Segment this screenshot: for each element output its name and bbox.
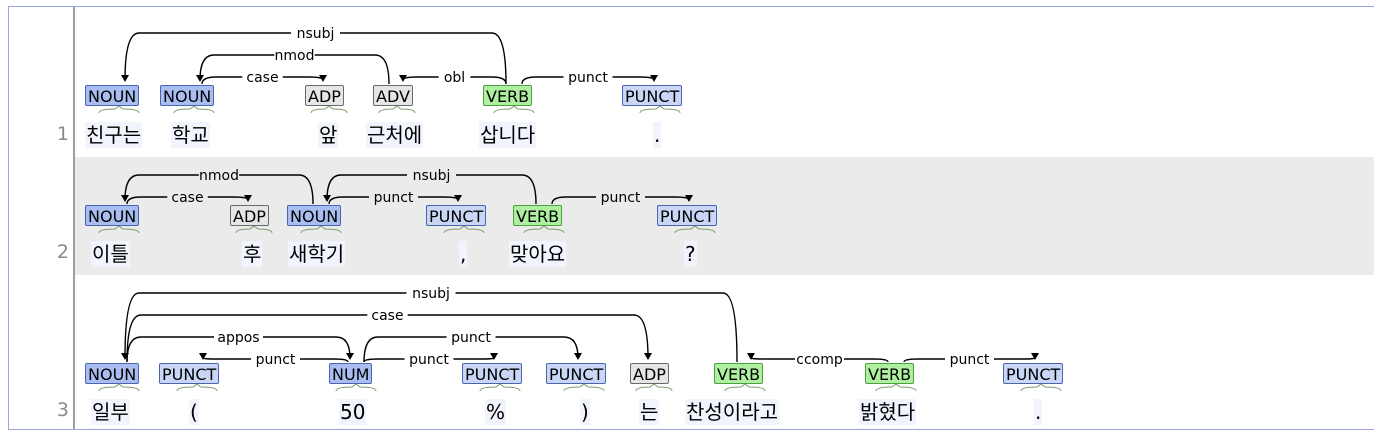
pos-tag[interactable]: PUNCT	[426, 205, 487, 226]
pos-tag[interactable]: NOUN	[85, 205, 140, 226]
annotation-viewer: nsubj nmod case obl punct nmod case nsubj punct p…	[8, 6, 1374, 430]
pos-tag[interactable]: PUNCT	[622, 85, 683, 106]
token-text[interactable]: 근처에	[366, 122, 424, 148]
pos-tag[interactable]: ADP	[630, 363, 669, 384]
arc-label[interactable]: nsubj	[413, 168, 451, 184]
token-text[interactable]: 는	[639, 399, 660, 425]
pos-tag[interactable]: VERB	[865, 363, 915, 384]
token-brace	[98, 383, 140, 392]
token-brace	[674, 225, 716, 234]
token-brace	[724, 383, 766, 392]
token-brace	[235, 225, 273, 234]
arc-arrowhead	[574, 353, 582, 360]
pos-tag[interactable]: NOUN	[85, 363, 140, 384]
pos-tag[interactable]: NOUN	[287, 205, 342, 226]
arc-label[interactable]: punct	[409, 352, 449, 368]
arc-label[interactable]: case	[246, 70, 278, 86]
arc-label[interactable]: punct	[374, 190, 414, 206]
arc-label[interactable]: nmod	[199, 168, 239, 184]
token-brace	[335, 383, 377, 392]
arc-label[interactable]: nsubj	[412, 286, 450, 302]
sentence-number: 1	[56, 123, 69, 145]
token-brace	[1020, 383, 1062, 392]
arc-arrowhead	[346, 353, 354, 360]
pos-tag[interactable]: ADV	[373, 85, 413, 106]
token-text[interactable]: .	[1034, 399, 1043, 425]
arc-arrowhead	[644, 353, 652, 360]
token-brace	[378, 105, 416, 114]
token-text[interactable]: %	[485, 399, 507, 425]
token-text[interactable]: 삽니다	[479, 122, 537, 148]
token-text[interactable]: 친구는	[85, 122, 143, 148]
pos-tag[interactable]: ADP	[305, 85, 344, 106]
token-text[interactable]: .	[653, 122, 662, 148]
arc-label[interactable]: obl	[444, 70, 465, 86]
pos-tag[interactable]: PUNCT	[462, 363, 523, 384]
token-text[interactable]: ,	[459, 241, 468, 267]
token-text[interactable]: 이틀	[91, 241, 130, 267]
token-brace	[173, 105, 215, 114]
arc-label[interactable]: case	[371, 308, 403, 324]
pos-tag[interactable]: PUNCT	[657, 205, 718, 226]
pos-tag[interactable]: PUNCT	[546, 363, 607, 384]
token-brace	[98, 105, 140, 114]
arc-label[interactable]: nsubj	[297, 26, 335, 42]
arc-label[interactable]: punct	[950, 352, 990, 368]
pos-tag[interactable]: PUNCT	[159, 363, 220, 384]
arc-label[interactable]: case	[171, 190, 203, 206]
arc-label[interactable]: nmod	[275, 48, 315, 64]
pos-tag[interactable]: ADP	[230, 205, 269, 226]
pos-tag[interactable]: VERB	[483, 85, 533, 106]
token-text[interactable]: 맞아요	[509, 241, 567, 267]
arc-label[interactable]: punct	[601, 190, 641, 206]
token-brace	[875, 383, 917, 392]
token-text[interactable]: 후	[242, 241, 263, 267]
token-text[interactable]: 일부	[91, 399, 130, 425]
sentence-number: 2	[56, 241, 69, 263]
sentence-number: 3	[56, 399, 69, 421]
token-text[interactable]: 학교	[171, 122, 210, 148]
token-brace	[493, 105, 535, 114]
token-text[interactable]: 밝혔다	[859, 399, 917, 425]
token-brace	[639, 105, 681, 114]
token-brace	[98, 225, 140, 234]
token-brace	[176, 383, 218, 392]
token-text[interactable]: 새학기	[288, 241, 346, 267]
token-text[interactable]: )	[580, 399, 590, 425]
token-text[interactable]: 앞	[318, 122, 339, 148]
pos-tag[interactable]: NOUN	[160, 85, 215, 106]
token-brace	[479, 383, 521, 392]
arc-label[interactable]: punct	[256, 352, 296, 368]
token-text[interactable]: 찬성이라고	[685, 399, 779, 425]
token-brace	[300, 225, 342, 234]
token-brace	[310, 105, 348, 114]
pos-tag[interactable]: PUNCT	[1003, 363, 1064, 384]
token-brace	[523, 225, 565, 234]
arc-label[interactable]: punct	[568, 70, 608, 86]
token-text[interactable]: (	[189, 399, 199, 425]
pos-tag[interactable]: NUM	[329, 363, 373, 384]
arc-label[interactable]: ccomp	[796, 352, 843, 368]
pos-tag[interactable]: VERB	[714, 363, 764, 384]
token-text[interactable]: 50	[339, 399, 367, 425]
token-brace	[635, 383, 673, 392]
token-brace	[563, 383, 605, 392]
pos-tag[interactable]: VERB	[513, 205, 563, 226]
arc-label[interactable]: punct	[451, 330, 491, 346]
pos-tag[interactable]: NOUN	[85, 85, 140, 106]
arc-arrowhead	[121, 75, 129, 82]
arc-label[interactable]: appos	[217, 330, 259, 346]
token-brace	[443, 225, 485, 234]
token-text[interactable]: ?	[684, 241, 697, 267]
